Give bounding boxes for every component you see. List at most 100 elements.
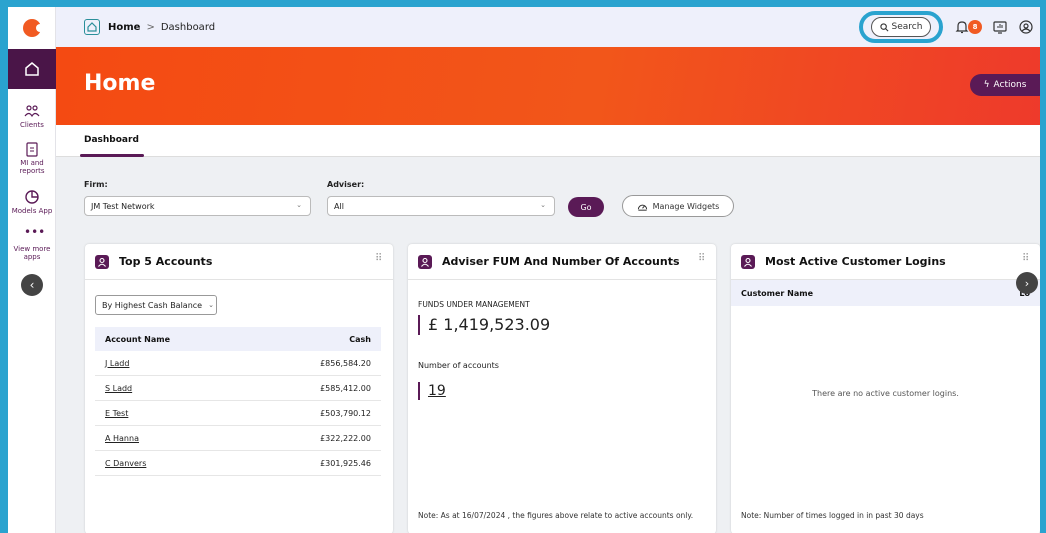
drag-handle-icon[interactable]: ⠿ — [1022, 254, 1030, 264]
rail-item-label: Clients — [20, 121, 44, 129]
table-header: Customer Name Lo — [731, 280, 1040, 306]
adviser-value: All — [334, 201, 344, 211]
manage-widgets-button[interactable]: Manage Widgets — [622, 195, 734, 217]
breadcrumb-home[interactable]: Home — [108, 22, 140, 33]
tab-bar: Dashboard — [56, 125, 1040, 157]
breadcrumb: Home > Dashboard — [84, 19, 215, 35]
account-link[interactable]: C Danvers — [105, 459, 146, 468]
user-badge-icon — [418, 254, 432, 269]
drag-handle-icon[interactable]: ⠿ — [375, 254, 383, 264]
search-label: Search — [891, 22, 923, 32]
col-customer-name: Customer Name — [741, 288, 813, 298]
table-row: A Hanna £322,222.00 — [95, 426, 381, 451]
rail-item-mi-reports[interactable]: MI and reports — [8, 141, 56, 175]
account-link[interactable]: J Ladd — [105, 359, 129, 368]
search-highlight: Search — [859, 11, 943, 43]
table-header: Account Name Cash — [95, 327, 381, 351]
go-button[interactable]: Go — [568, 197, 604, 217]
adviser-label: Adviser: — [327, 180, 365, 189]
chevron-down-icon: ⌄ — [540, 201, 546, 209]
home-icon[interactable] — [84, 19, 100, 35]
customer-logins-widget: Most Active Customer Logins ⠿ Customer N… — [731, 244, 1040, 533]
account-link[interactable]: A Hanna — [105, 434, 139, 443]
account-link[interactable]: S Ladd — [105, 384, 132, 393]
monitor-icon[interactable] — [992, 19, 1008, 35]
rail-item-label: Models App — [11, 207, 53, 215]
chevron-left-icon: ‹ — [29, 278, 35, 292]
clipboard-icon — [26, 142, 38, 157]
widget-header: Top 5 Accounts ⠿ — [85, 244, 393, 280]
collapse-rail-button[interactable]: ‹ — [21, 274, 43, 296]
search-icon — [879, 22, 889, 31]
left-rail: Clients MI and reports Models App ••• Vi… — [8, 7, 56, 533]
actions-button[interactable]: ϟ Actions — [970, 74, 1040, 96]
rail-item-clients[interactable]: Clients — [8, 103, 56, 129]
people-icon — [24, 105, 40, 118]
cash-value: £856,584.20 — [320, 358, 371, 368]
accounts-table: Account Name Cash J Ladd £856,584.20 S L… — [95, 327, 381, 476]
rail-home-button[interactable] — [8, 49, 56, 89]
top-bar: Home > Dashboard Search 8 — [56, 7, 1040, 47]
active-tab-indicator — [80, 154, 144, 157]
accounts-count-label: Number of accounts — [418, 361, 499, 370]
ellipsis-icon: ••• — [24, 225, 46, 239]
actions-label: Actions — [993, 80, 1027, 90]
drag-handle-icon[interactable]: ⠿ — [698, 254, 706, 264]
logins-note: Note: Number of times logged in in past … — [741, 511, 924, 520]
rail-item-view-more[interactable]: ••• View more apps — [8, 225, 56, 261]
table-row: S Ladd £585,412.00 — [95, 376, 381, 401]
chevron-right-icon: › — [1024, 276, 1030, 290]
top-accounts-widget: Top 5 Accounts ⠿ By Highest Cash Balance… — [85, 244, 393, 533]
firm-label: Firm: — [84, 180, 108, 189]
rail-item-models-app[interactable]: Models App — [8, 189, 56, 215]
user-badge-icon — [741, 254, 755, 269]
brand-logo[interactable] — [23, 19, 44, 37]
page-header: Home ϟ Actions — [56, 47, 1040, 125]
cash-value: £585,412.00 — [320, 383, 371, 393]
chevron-down-icon: ⌄ — [296, 201, 302, 209]
table-row: C Danvers £301,925.46 — [95, 451, 381, 476]
table-row: J Ladd £856,584.20 — [95, 351, 381, 376]
cash-value: £503,790.12 — [320, 408, 371, 418]
search-button[interactable]: Search — [870, 17, 932, 37]
col-cash: Cash — [349, 334, 371, 344]
widget-header: Adviser FUM And Number Of Accounts ⠿ — [408, 244, 716, 280]
adviser-fum-widget: Adviser FUM And Number Of Accounts ⠿ FUN… — [408, 244, 716, 533]
firm-select[interactable]: JM Test Network ⌄ — [84, 196, 311, 216]
table-row: E Test £503,790.12 — [95, 401, 381, 426]
adviser-select[interactable]: All ⌄ — [327, 196, 555, 216]
cash-value: £322,222.00 — [320, 433, 371, 443]
notification-badge: 8 — [968, 20, 982, 34]
next-widgets-button[interactable]: › — [1016, 272, 1038, 294]
lightning-icon: ϟ — [983, 80, 990, 90]
gauge-icon — [637, 204, 647, 211]
sort-value: By Highest Cash Balance — [102, 300, 203, 310]
widget-title: Top 5 Accounts — [119, 255, 213, 268]
page-title: Home — [84, 71, 156, 96]
col-account-name: Account Name — [105, 334, 171, 344]
fum-note: Note: As at 16/07/2024 , the figures abo… — [418, 511, 694, 520]
tab-dashboard[interactable]: Dashboard — [84, 135, 139, 154]
breadcrumb-current: Dashboard — [160, 21, 216, 33]
manage-widgets-label: Manage Widgets — [652, 201, 720, 211]
breadcrumb-separator: > — [146, 21, 155, 33]
widget-title: Most Active Customer Logins — [765, 255, 946, 268]
home-icon — [25, 62, 39, 76]
rail-item-label: MI and reports — [19, 159, 45, 175]
user-account-icon[interactable] — [1018, 19, 1034, 35]
account-link[interactable]: E Test — [105, 409, 128, 418]
user-badge-icon — [95, 254, 109, 269]
accounts-count-link[interactable]: 19 — [428, 383, 446, 399]
chevron-down-icon: ⌄ — [208, 301, 214, 309]
app-window: Clients MI and reports Models App ••• Vi… — [8, 7, 1040, 533]
accounts-count: 19 — [418, 382, 446, 400]
fum-label: FUNDS UNDER MANAGEMENT — [418, 300, 530, 309]
widget-title: Adviser FUM And Number Of Accounts — [442, 255, 680, 268]
sort-select[interactable]: By Highest Cash Balance ⌄ — [95, 295, 217, 315]
fum-value: £ 1,419,523.09 — [418, 315, 550, 335]
cash-value: £301,925.46 — [320, 458, 371, 468]
pie-chart-icon — [25, 190, 39, 204]
widget-header: Most Active Customer Logins ⠿ — [731, 244, 1040, 280]
rail-item-label: View more apps — [13, 245, 51, 261]
empty-state: There are no active customer logins. — [812, 389, 959, 398]
